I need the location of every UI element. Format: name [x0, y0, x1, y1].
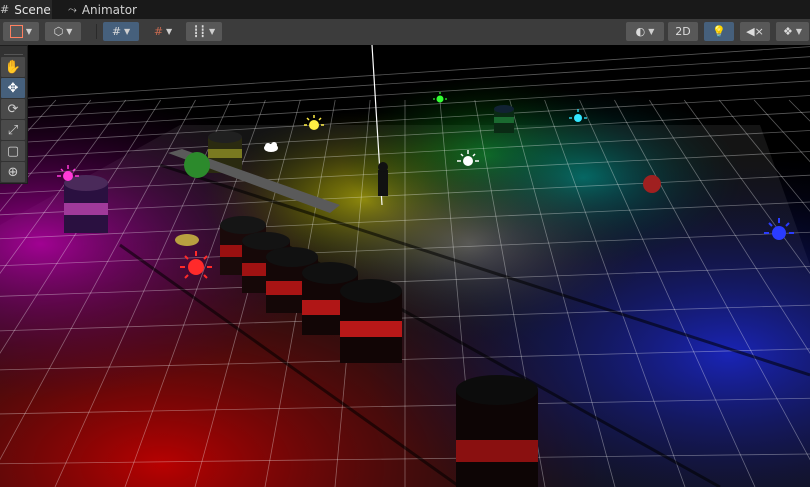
draw-mode-icon [9, 25, 23, 38]
toolbar-separator [96, 24, 97, 39]
increment-snap-dropdown[interactable]: ┋┋ ▼ [186, 22, 222, 41]
effects-dropdown[interactable]: ❖ ▼ [776, 22, 809, 41]
cube-icon: ⬡ [53, 25, 64, 38]
tab-animator[interactable]: ⤳ Animator [68, 0, 148, 19]
cylinder [340, 279, 402, 363]
chevron-down-icon: ▼ [166, 27, 173, 36]
scene-viewport[interactable] [0, 45, 810, 487]
animator-icon: ⤳ [68, 2, 77, 16]
chevron-down-icon: ▼ [66, 27, 73, 36]
chevron-down-icon: ▼ [124, 27, 131, 36]
scene-toolbar: ▼ ⬡ ▼ # ▼ # ▼ ┋┋ ▼ ◐ ▼ 2D 💡 ◀× ❖ ▼ [0, 19, 810, 46]
audio-muted-icon: ◀× [746, 25, 764, 38]
yellow-disc [175, 234, 199, 246]
lightbulb-icon: 💡 [712, 25, 726, 38]
grid-snap-dropdown[interactable]: # ▼ [103, 22, 139, 41]
grid-icon: # [111, 25, 122, 38]
chevron-down-icon: ▼ [795, 27, 803, 36]
transform-icon: ⊕ [7, 164, 19, 180]
scale-icon: ⤢ [7, 122, 19, 138]
cylinder [64, 175, 108, 233]
snap-icon: # [153, 25, 164, 38]
snap-increment-dropdown[interactable]: # ▼ [145, 22, 181, 41]
rect-tool[interactable]: ▢ [1, 141, 25, 161]
scene-icon: # [0, 3, 10, 16]
mode-2d-label: 2D [675, 25, 691, 38]
red-sphere [643, 175, 661, 193]
tool-palette: ✋ ✥ ⟳ ⤢ ▢ ⊕ [0, 45, 28, 184]
camera-mode-dropdown[interactable]: ◐ ▼ [626, 22, 664, 41]
tab-scene-label: Scene [14, 2, 51, 17]
chevron-down-icon: ▼ [209, 27, 216, 36]
rotate-tool[interactable]: ⟳ [1, 99, 25, 119]
move-arrows-icon: ✥ [7, 80, 19, 96]
hand-tool[interactable]: ✋ [1, 57, 25, 77]
tab-scene[interactable]: # Scene [0, 0, 52, 19]
transform-tool[interactable]: ⊕ [1, 162, 25, 182]
green-sphere [184, 152, 210, 178]
character-model [378, 162, 388, 196]
effects-icon: ❖ [782, 25, 793, 38]
tab-bar: # Scene ⤳ Animator [0, 0, 810, 19]
lighting-toggle[interactable]: 💡 [704, 22, 734, 41]
palette-grip[interactable] [4, 48, 23, 55]
scene-render[interactable] [0, 45, 810, 487]
chevron-down-icon: ▼ [648, 27, 655, 36]
sphere-icon: ◐ [635, 25, 646, 38]
scale-tool[interactable]: ⤢ [1, 120, 25, 140]
move-tool[interactable]: ✥ [1, 78, 25, 98]
hand-icon: ✋ [4, 59, 22, 75]
cylinder [456, 375, 538, 487]
mode-2d-button[interactable]: 2D [668, 22, 698, 41]
ruler-icon: ┋┋ [192, 25, 207, 38]
chevron-down-icon: ▼ [25, 27, 33, 36]
tab-animator-label: Animator [81, 2, 137, 17]
render-mode-dropdown[interactable]: ⬡ ▼ [45, 22, 81, 41]
draw-mode-dropdown[interactable]: ▼ [3, 22, 39, 41]
audio-toggle[interactable]: ◀× [740, 22, 770, 41]
rect-icon: ▢ [6, 143, 20, 159]
rotate-icon: ⟳ [7, 101, 19, 117]
cylinder [494, 105, 514, 133]
